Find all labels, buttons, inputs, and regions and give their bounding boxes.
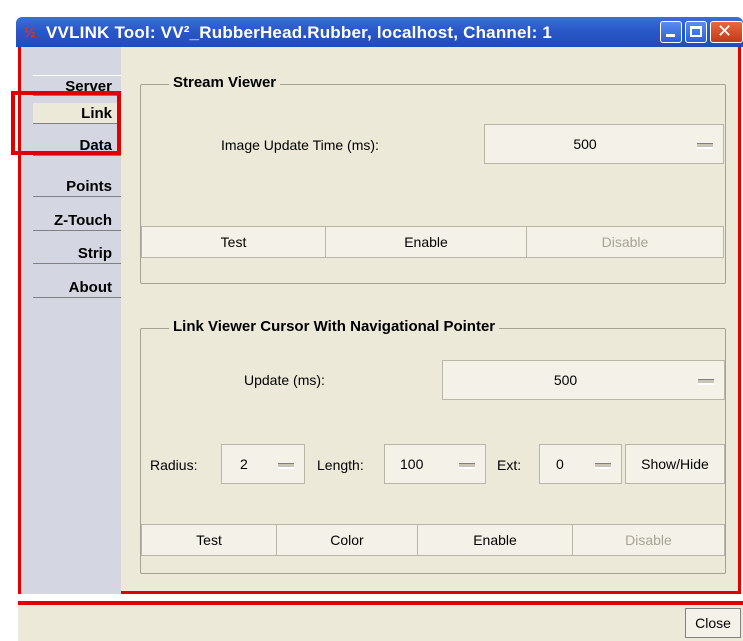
vvlink-window: ½ VVLINK Tool: VV²_RubberHead.Rubber, lo… bbox=[0, 0, 743, 641]
link-update-value: 500 bbox=[553, 372, 578, 388]
radius-dropdown[interactable]: 2 bbox=[221, 444, 305, 484]
close-icon: ✕ bbox=[717, 21, 733, 42]
link-tab-highlight bbox=[11, 91, 121, 155]
status-bar bbox=[18, 605, 743, 641]
image-update-value: 500 bbox=[573, 136, 597, 152]
ext-label: Ext: bbox=[497, 457, 522, 473]
radius-value: 2 bbox=[240, 456, 248, 472]
link-update-dropdown[interactable]: 500 bbox=[442, 360, 725, 400]
dropdown-arrow-icon bbox=[697, 143, 713, 149]
stream-viewer-title: Stream Viewer bbox=[169, 74, 281, 91]
stream-test-button[interactable]: Test bbox=[141, 226, 326, 258]
tab-about[interactable]: About bbox=[33, 277, 121, 298]
image-update-label: Image Update Time (ms): bbox=[221, 137, 379, 153]
app-icon: ½ bbox=[24, 24, 36, 40]
stream-enable-button[interactable]: Enable bbox=[325, 226, 527, 258]
close-button[interactable]: Close bbox=[685, 608, 741, 638]
minimize-button[interactable] bbox=[660, 21, 682, 43]
window-title: VVLINK Tool: VV²_RubberHead.Rubber, loca… bbox=[46, 23, 553, 42]
maximize-button[interactable] bbox=[685, 21, 707, 43]
length-value: 100 bbox=[400, 456, 424, 472]
maximize-icon bbox=[690, 26, 702, 37]
dropdown-arrow-icon bbox=[595, 463, 611, 469]
dropdown-arrow-icon bbox=[459, 463, 475, 469]
link-update-label: Update (ms): bbox=[244, 372, 325, 388]
length-dropdown[interactable]: 100 bbox=[384, 444, 486, 484]
dropdown-arrow-icon bbox=[278, 463, 294, 469]
radius-label: Radius: bbox=[150, 457, 198, 473]
stream-disable-button[interactable]: Disable bbox=[526, 226, 724, 258]
minimize-icon bbox=[666, 34, 675, 37]
length-label: Length: bbox=[317, 457, 364, 473]
tab-points[interactable]: Points bbox=[33, 176, 121, 197]
dropdown-arrow-icon bbox=[698, 379, 714, 385]
tab-z-touch[interactable]: Z-Touch bbox=[33, 210, 121, 231]
tab-strip[interactable]: Strip bbox=[33, 243, 121, 264]
image-update-dropdown[interactable]: 500 bbox=[484, 124, 724, 164]
link-test-button[interactable]: Test bbox=[141, 524, 277, 556]
title-bar[interactable]: ½ VVLINK Tool: VV²_RubberHead.Rubber, lo… bbox=[16, 17, 743, 47]
link-enable-button[interactable]: Enable bbox=[417, 524, 573, 556]
link-color-button[interactable]: Color bbox=[276, 524, 418, 556]
show-hide-button[interactable]: Show/Hide bbox=[625, 444, 725, 484]
close-window-button[interactable]: ✕ bbox=[710, 21, 743, 43]
ext-dropdown[interactable]: 0 bbox=[539, 444, 622, 484]
link-viewer-title: Link Viewer Cursor With Navigational Poi… bbox=[169, 318, 500, 335]
link-disable-button[interactable]: Disable bbox=[572, 524, 725, 556]
ext-value: 0 bbox=[556, 456, 564, 472]
